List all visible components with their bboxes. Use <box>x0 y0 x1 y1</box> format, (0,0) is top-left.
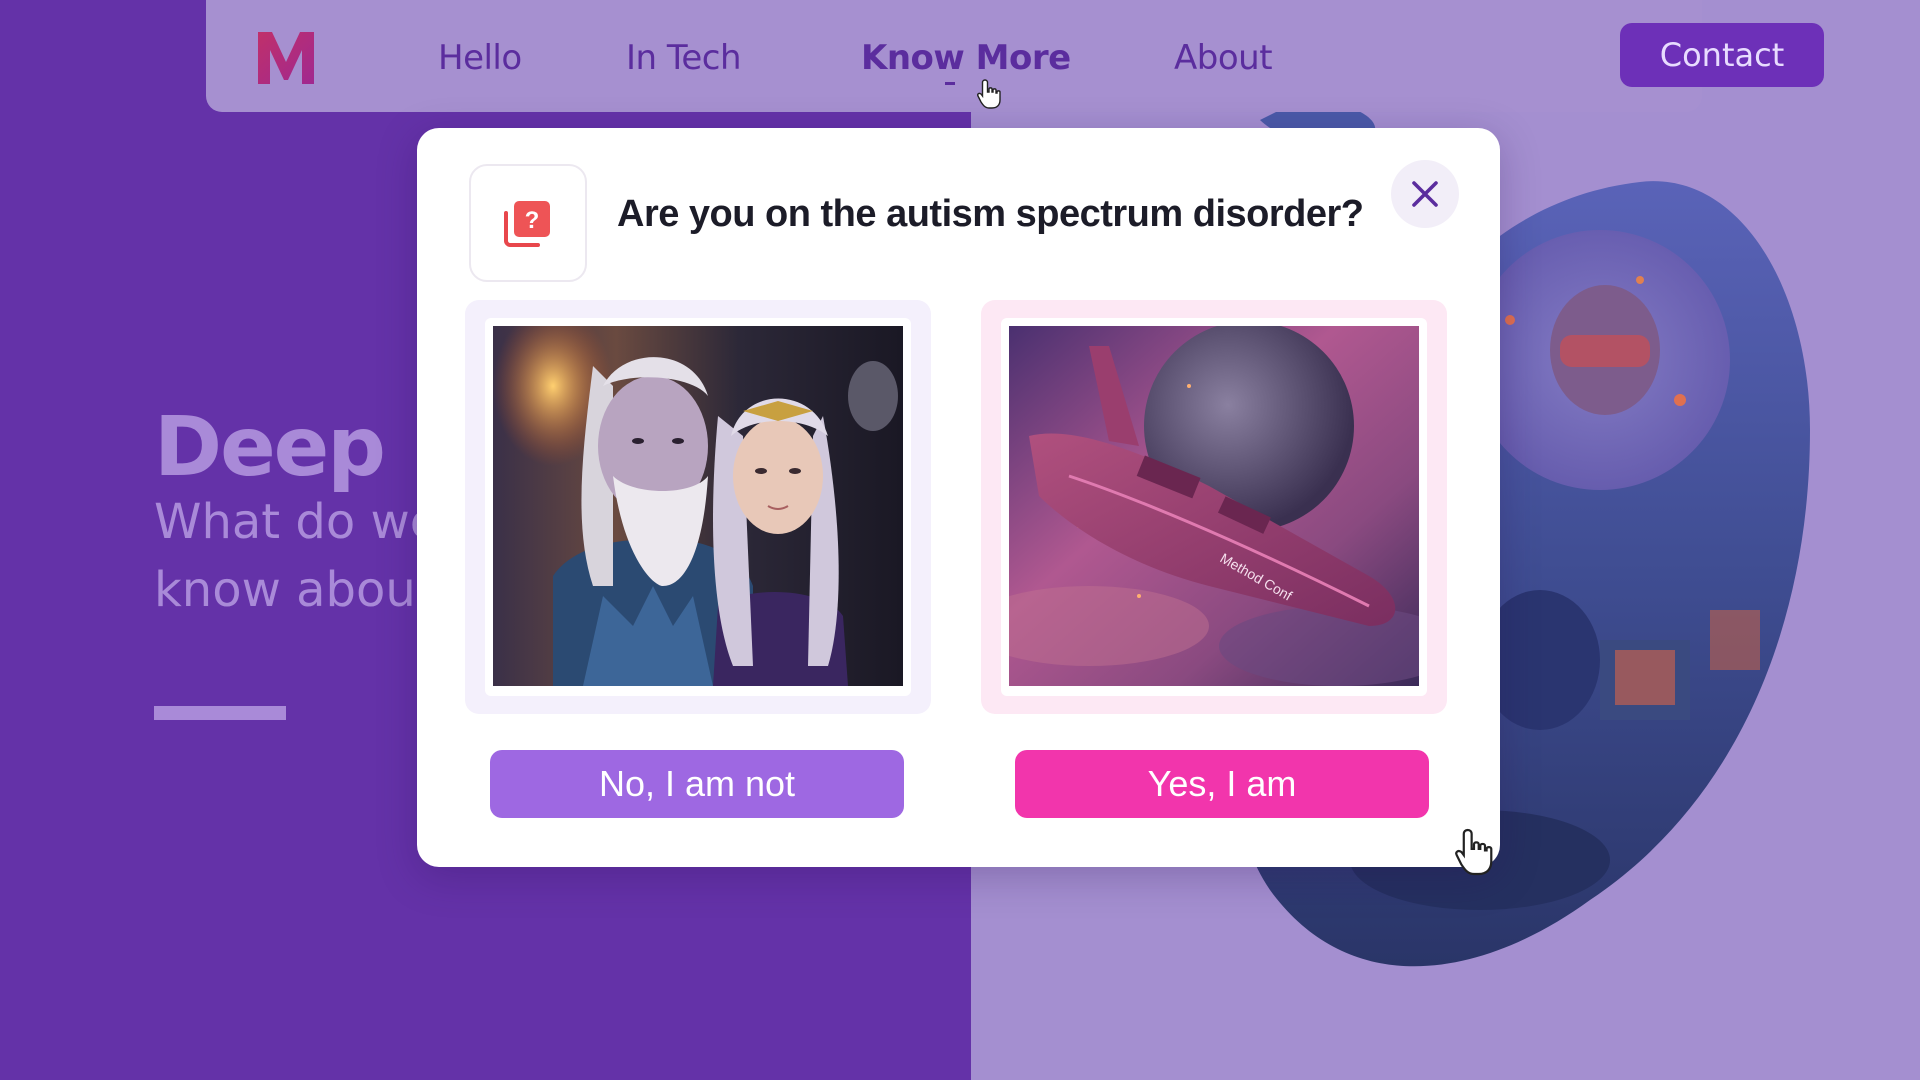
nav-about[interactable]: About <box>1174 38 1273 78</box>
nav-know-more[interactable]: Know More <box>861 38 1071 78</box>
question-icon-box: ? <box>469 164 587 282</box>
top-navbar: Hello In Tech Know More About Contact <box>206 0 1824 112</box>
hero-accent-bar <box>154 706 286 720</box>
pointer-cursor-icon <box>1455 828 1493 876</box>
modal-title: Are you on the autism spectrum disorder? <box>617 193 1364 235</box>
close-icon <box>1412 181 1438 207</box>
nav-hello[interactable]: Hello <box>438 38 522 78</box>
option-card-no[interactable] <box>465 300 931 714</box>
option-card-yes[interactable]: Method Conf <box>981 300 1447 714</box>
brand-logo[interactable] <box>254 28 318 88</box>
close-button[interactable] <box>1391 160 1459 228</box>
spaceship-image: Method Conf <box>1009 326 1419 686</box>
contact-button[interactable]: Contact <box>1620 23 1824 87</box>
nav-active-indicator <box>945 82 955 85</box>
question-modal: ? Are you on the autism spectrum disorde… <box>417 128 1500 867</box>
question-cards-icon: ? <box>504 201 550 247</box>
svg-text:?: ? <box>525 207 540 234</box>
hero-subtitle: What do we know about <box>154 494 440 618</box>
elf-warriors-image <box>493 326 903 686</box>
yes-button[interactable]: Yes, I am <box>1015 750 1429 818</box>
no-button[interactable]: No, I am not <box>490 750 904 818</box>
nav-in-tech[interactable]: In Tech <box>626 38 742 78</box>
pointer-cursor-icon <box>977 79 1001 109</box>
